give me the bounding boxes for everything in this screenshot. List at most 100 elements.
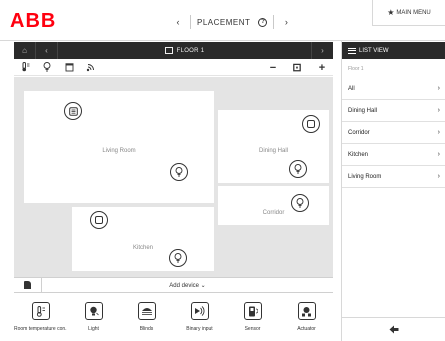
device-pin[interactable]	[291, 194, 309, 212]
display-icon	[68, 106, 78, 116]
back-button[interactable]	[342, 317, 445, 341]
sensor-icon	[243, 302, 262, 320]
home-button[interactable]: ⌂	[14, 42, 36, 59]
add-device-toggle[interactable]: Add device ⌄	[42, 282, 333, 289]
list-item-label: Kitchen	[348, 151, 369, 158]
palette-label: Room temperature con...	[14, 326, 67, 332]
palette-label: Light	[88, 326, 99, 332]
chevron-right-icon: ›	[437, 151, 440, 158]
light-bulb-icon	[175, 167, 183, 177]
thermostat-filter-button[interactable]	[14, 59, 36, 76]
blinds-icon	[65, 62, 73, 71]
list-item-kitchen[interactable]: Kitchen ›	[342, 144, 445, 166]
device-palette: Room temperature con... Light Blinds Bin…	[14, 294, 333, 341]
room-label: Corridor	[262, 210, 285, 216]
actuator-icon	[297, 302, 316, 320]
canvas-toolbar: − ⊡ +	[14, 59, 333, 76]
list-item-corridor[interactable]: Corridor ›	[342, 122, 445, 144]
zoom-in-button[interactable]: +	[311, 59, 333, 76]
room-label: Dining Hall	[258, 148, 288, 154]
list-item-label: Living Room	[348, 173, 382, 180]
previous-page-button[interactable]: ‹	[172, 17, 184, 27]
room-dining-hall[interactable]: Dining Hall	[218, 110, 329, 183]
light-bulb-icon	[294, 164, 302, 174]
device-pin[interactable]	[90, 211, 108, 229]
room-corridor[interactable]: Corridor	[218, 186, 329, 225]
list-item-living-room[interactable]: Living Room ›	[342, 166, 445, 188]
palette-binary-input[interactable]: Binary input	[173, 294, 226, 341]
divider	[190, 15, 191, 29]
palette-label: Sensor	[244, 326, 261, 332]
list-icon	[348, 47, 356, 54]
placement-nav: ‹ PLACEMENT ? ›	[172, 14, 292, 30]
light-icon	[84, 302, 103, 320]
main-menu-button[interactable]: ★ MAIN MENU	[372, 0, 445, 26]
floor-plan-canvas[interactable]: Living Room Dining Hall Corridor Kitchen	[14, 77, 333, 277]
palette-label: Binary input	[186, 326, 213, 332]
home-icon: ⌂	[22, 46, 27, 55]
floor-plan-icon	[164, 47, 173, 54]
blinds-icon	[137, 302, 156, 320]
floor-prev-button[interactable]: ‹	[36, 42, 58, 59]
palette-label: Actuator	[297, 326, 316, 332]
list-item-dining-hall[interactable]: Dining Hall ›	[342, 100, 445, 122]
device-pin[interactable]	[289, 160, 307, 178]
device-pin[interactable]	[169, 249, 187, 267]
chevron-right-icon: ›	[321, 46, 324, 55]
room-living-room[interactable]: Living Room	[24, 91, 214, 203]
fit-view-button[interactable]: ⊡	[286, 59, 308, 76]
palette-actuator[interactable]: Actuator	[280, 294, 333, 341]
chevron-right-icon: ›	[437, 173, 440, 180]
chevron-right-icon: ›	[437, 85, 440, 92]
floor-bar: ⌂ ‹ FLOOR 1 ›	[14, 42, 333, 59]
floor-label: Floor 1	[348, 66, 364, 72]
device-pin[interactable]	[64, 102, 82, 120]
palette-sensor[interactable]: Sensor	[226, 294, 279, 341]
list-item-label: Corridor	[348, 129, 370, 136]
device-pin[interactable]	[302, 115, 320, 133]
palette-blinds[interactable]: Blinds	[120, 294, 173, 341]
wireless-sensor-icon	[86, 63, 94, 71]
list-item-label: Dining Hall	[348, 107, 378, 114]
switch-icon	[307, 120, 315, 128]
divider	[273, 15, 275, 29]
floor-plan-icon	[24, 281, 31, 289]
top-bar: ABB ‹ PLACEMENT ? › ★ MAIN MENU	[0, 0, 445, 41]
chevron-left-icon: ‹	[45, 46, 48, 55]
list-side-panel: LIST VIEW Floor 1 All › Dining Hall › Co…	[341, 41, 445, 341]
floor-title[interactable]: FLOOR 1	[58, 42, 311, 59]
list-view-button[interactable]: LIST VIEW	[342, 42, 445, 59]
binary-input-icon	[190, 302, 209, 320]
switch-icon	[95, 216, 103, 224]
chevron-right-icon: ›	[437, 107, 440, 114]
list-view-label: LIST VIEW	[359, 47, 389, 54]
next-page-button[interactable]: ›	[280, 17, 292, 27]
star-icon: ★	[387, 8, 395, 17]
light-bulb-icon	[174, 253, 182, 263]
room-label: Kitchen	[132, 245, 153, 251]
back-arrow-icon	[389, 325, 399, 334]
page-title: PLACEMENT	[197, 17, 251, 27]
thermostat-icon	[31, 302, 50, 320]
list-item-all[interactable]: All ›	[342, 78, 445, 100]
floor-toggle-button[interactable]	[14, 278, 42, 292]
location-list: All › Dining Hall › Corridor › Kitchen ›…	[342, 78, 445, 188]
light-bulb-icon	[296, 198, 304, 208]
palette-room-temperature-controller[interactable]: Room temperature con...	[14, 294, 67, 341]
light-filter-button[interactable]	[36, 59, 58, 76]
device-pin[interactable]	[170, 163, 188, 181]
floor-next-button[interactable]: ›	[311, 42, 333, 59]
thermostat-icon	[21, 62, 29, 72]
abb-logo: ABB	[10, 10, 57, 32]
chevron-right-icon: ›	[437, 129, 440, 136]
main-menu-label: MAIN MENU	[396, 9, 431, 16]
palette-light[interactable]: Light	[67, 294, 120, 341]
room-kitchen[interactable]: Kitchen	[72, 207, 214, 271]
help-icon[interactable]: ?	[258, 17, 268, 27]
sensor-filter-button[interactable]	[80, 59, 102, 76]
list-item-label: All	[348, 85, 355, 92]
add-device-bar: Add device ⌄	[14, 277, 333, 293]
floor-title-label: FLOOR 1	[176, 47, 205, 54]
blinds-filter-button[interactable]	[58, 59, 80, 76]
zoom-out-button[interactable]: −	[262, 59, 284, 76]
